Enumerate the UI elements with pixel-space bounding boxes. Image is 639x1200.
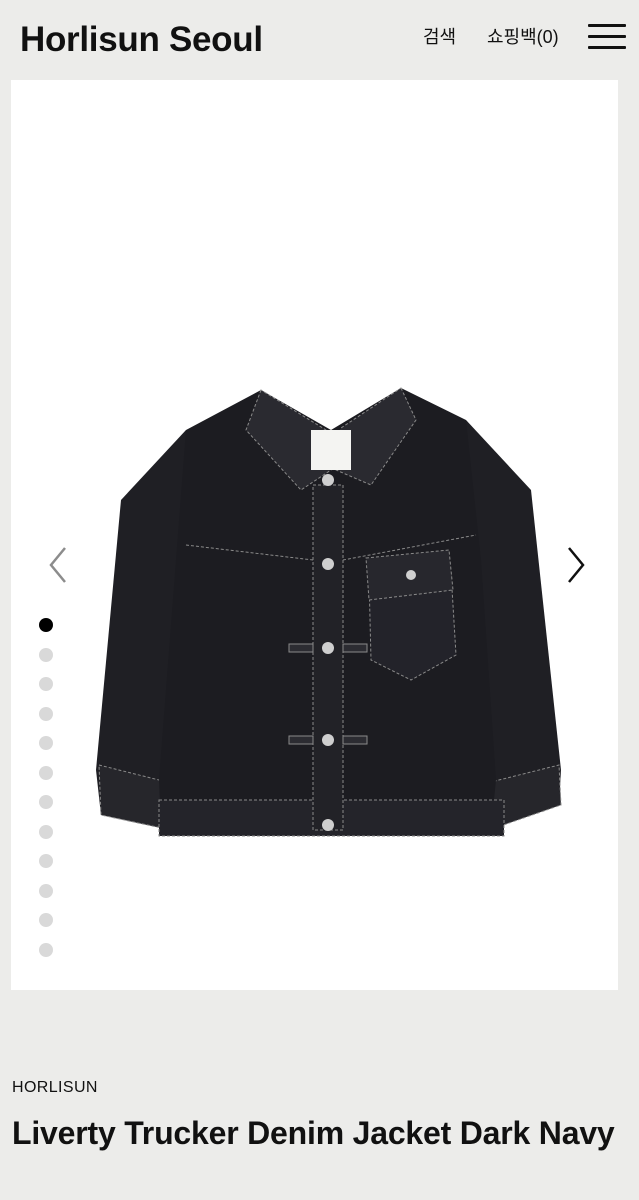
product-title: Liverty Trucker Denim Jacket Dark Navy [12,1115,615,1151]
neck-label [311,430,351,470]
shopping-bag-link[interactable]: 쇼핑백(0) [487,26,559,48]
slide-dot-11[interactable] [39,913,53,927]
slide-dot-3[interactable] [39,677,53,691]
chevron-right-icon-graphic [568,547,585,583]
button [322,734,334,746]
side-tab [288,643,314,653]
product-brand[interactable]: HORLISUN [12,1078,98,1098]
product-image-gallery[interactable] [11,80,618,990]
side-tab [288,735,314,745]
side-tab [342,643,368,653]
slide-dot-8[interactable] [39,824,53,839]
slide-dot-10[interactable] [39,883,53,898]
menu-bar [588,46,626,49]
site-logo[interactable]: Horlisun Seoul [20,20,263,60]
product-image [96,387,562,837]
site-header: Horlisun Seoul 검색 쇼핑백(0) [0,0,639,80]
slide-dot-4[interactable] [39,706,53,721]
menu-bar [588,35,626,38]
slide-dot-2[interactable] [39,647,53,662]
slide-indicator [39,618,53,972]
search-link[interactable]: 검색 [423,26,456,48]
slide-dot-6[interactable] [39,765,53,780]
button [322,642,334,654]
slide-dot-5[interactable] [39,736,53,750]
chevron-left-icon[interactable] [41,540,81,590]
slide-dot-1[interactable] [39,618,53,632]
button [322,558,334,570]
slide-dot-12[interactable] [39,942,53,957]
slide-dot-7[interactable] [39,795,53,809]
button [322,474,334,486]
product-page: Horlisun Seoul 검색 쇼핑백(0) HORLISUN Livert… [0,0,639,1200]
menu-bar [588,24,626,27]
placket [312,484,344,831]
side-tab [342,735,368,745]
button [322,819,334,831]
chevron-left-icon-graphic [49,547,66,583]
chevron-right-icon[interactable] [559,540,599,590]
hamburger-menu-icon[interactable] [588,22,628,52]
pocket-button [406,570,416,580]
slide-dot-9[interactable] [39,854,53,868]
